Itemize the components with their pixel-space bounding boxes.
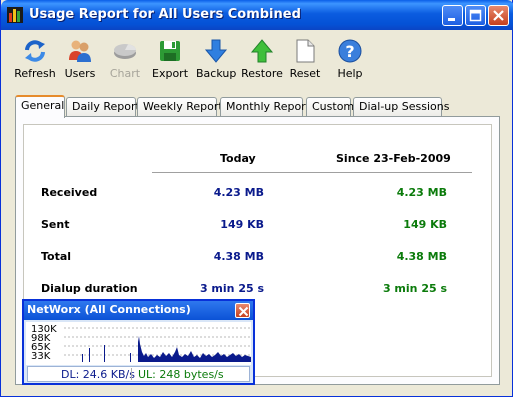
row-label-total: Total [41,250,72,263]
mini-title-bar[interactable]: NetWorx (All Connections) [24,301,253,320]
header-divider [152,172,472,173]
main-window: Usage Report for All Users Combined Refr… [0,0,513,397]
refresh-label: Refresh [14,67,56,80]
received-since-value: 4.23 MB [396,186,447,199]
backup-label: Backup [196,67,237,80]
refresh-icon [25,40,45,62]
column-header-today: Today [220,152,256,165]
minimize-icon [448,18,455,21]
tab-monthly-report[interactable]: Monthly Report [220,97,310,117]
traffic-plot [64,327,251,362]
users-icon [69,40,91,62]
row-label-dialup-duration: Dialup duration [41,282,138,295]
tab-dial-up-sessions[interactable]: Dial-up Sessions [353,97,449,117]
blank-page-icon [296,39,315,63]
mini-status-bar: DL: 24.6 KB/s UL: 248 bytes/s [27,366,250,382]
users-label: Users [64,67,96,80]
mini-window-title: NetWorx (All Connections) [27,303,191,316]
reset-label: Reset [289,67,321,80]
down-arrow-icon [204,39,228,63]
up-arrow-icon [250,39,274,63]
tab-weekly-report[interactable]: Weekly Report [137,97,223,117]
maximize-button[interactable] [465,5,486,26]
total-since-value: 4.38 MB [396,250,447,263]
export-label: Export [152,67,189,80]
upload-speed: UL: 248 bytes/s [138,368,224,381]
dialup-today-value: 3 min 25 s [199,282,264,295]
restore-label: Restore [241,67,283,80]
refresh-button[interactable]: Refresh [13,38,57,84]
close-button[interactable] [488,5,509,26]
help-button[interactable]: ? Help [333,38,367,84]
chart-icon [114,44,136,59]
traffic-graph: 130K 98K 65K 33K [26,322,251,365]
dialup-since-value: 3 min 25 s [382,282,447,295]
row-label-received: Received [41,186,98,199]
networx-mini-window[interactable]: NetWorx (All Connections) 130K 98K 65K 3… [22,299,255,385]
tab-custom[interactable]: Custom [306,97,354,117]
total-today-value: 4.38 MB [213,250,264,263]
sent-since-value: 149 KB [403,218,447,231]
close-icon [238,306,249,317]
received-today-value: 4.23 MB [213,186,264,199]
toolbar: Refresh Users Chart Export Backup Restor… [5,38,510,86]
backup-button[interactable]: Backup [196,38,236,84]
maximize-icon [469,9,482,22]
mini-close-button[interactable] [235,303,250,318]
status-divider [131,368,132,380]
bar-chart-app-icon [7,7,23,23]
help-label: Help [337,67,363,80]
minimize-button[interactable] [442,5,463,26]
column-header-since: Since 23-Feb-2009 [336,152,451,165]
users-button[interactable]: Users [63,38,97,84]
row-label-sent: Sent [41,218,70,231]
restore-button[interactable]: Restore [241,38,283,84]
sent-today-value: 149 KB [220,218,264,231]
chart-button[interactable]: Chart [105,38,145,84]
close-icon [493,10,504,21]
tab-general[interactable]: General [15,95,65,118]
svg-text:?: ? [345,42,354,61]
reset-button[interactable]: Reset [288,38,322,84]
download-speed: DL: 24.6 KB/s [61,368,135,381]
chart-label: Chart [109,67,141,80]
help-icon: ? [338,39,362,63]
window-title: Usage Report for All Users Combined [29,7,301,22]
title-bar[interactable]: Usage Report for All Users Combined [1,0,513,30]
save-disk-icon [160,41,180,61]
tab-daily-report[interactable]: Daily Report [66,97,140,117]
export-button[interactable]: Export [152,38,188,84]
